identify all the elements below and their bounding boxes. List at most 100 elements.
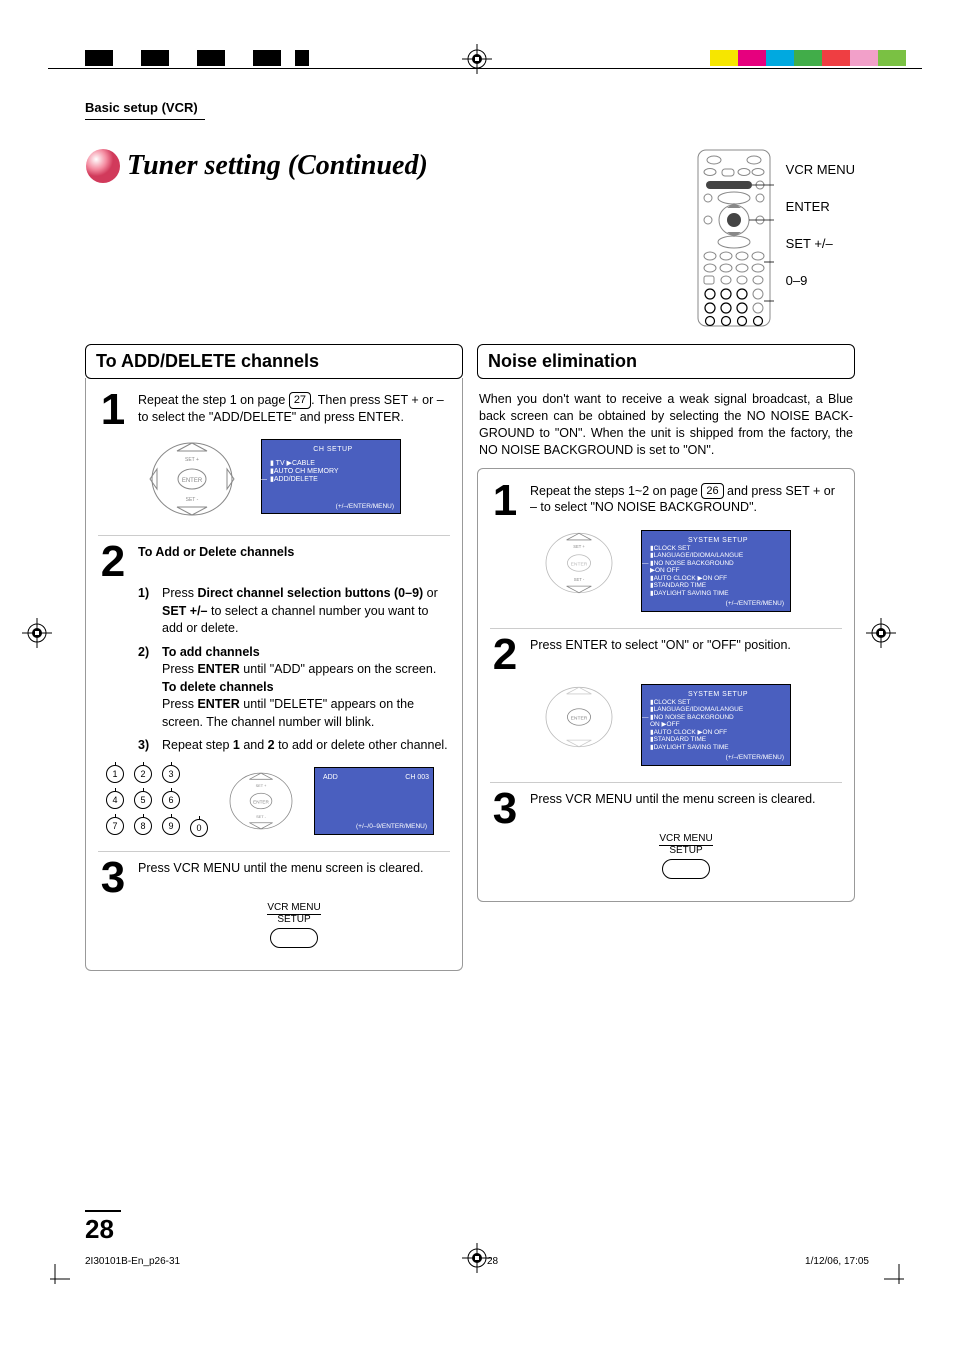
t: to add or delete other channel. <box>275 738 448 752</box>
step-text: Repeat the step 1 on page 27. Then press… <box>138 392 450 427</box>
vcrmenu-label-bot: SETUP <box>530 846 842 856</box>
osd-line: ▮CLOCK SET <box>650 699 786 706</box>
right-intro: When you don't want to receive a weak si… <box>479 391 853 459</box>
osd-line: —▮NO NOISE BACKGROUND <box>650 714 786 721</box>
svg-text:ENTER: ENTER <box>253 799 269 804</box>
left-column: To ADD/DELETE channels 1 Repeat the step… <box>85 344 463 971</box>
remote-icon <box>694 148 774 328</box>
num-button: 1 <box>106 765 124 783</box>
t: Repeat the step 1 on page <box>138 393 289 407</box>
t: until "ADD" appears on the screen. <box>240 662 436 676</box>
osd-line: ▮LANGUAGE/IDIOMA/LANGUE <box>650 706 786 713</box>
num-button: 4 <box>106 791 124 809</box>
substeps: 1) Press Direct channel selection button… <box>138 585 450 755</box>
svg-text:SET +: SET + <box>256 783 268 788</box>
remote-diagram: VCR MENU ENTER SET +/– 0–9 <box>694 148 855 328</box>
svg-text:SET -: SET - <box>186 497 199 503</box>
num-button: 9 <box>162 817 180 835</box>
vcrmenu-button-fig: VCR MENU SETUP <box>138 903 450 948</box>
svg-text:ENTER: ENTER <box>182 478 203 484</box>
section-label: Basic setup (VCR) <box>85 100 205 120</box>
sub-text: Repeat step 1 and 2 to add or delete oth… <box>162 737 448 755</box>
bw-registration-blocks <box>85 50 309 66</box>
osd-footer: (+/–/ENTER/MENU) <box>726 600 784 607</box>
t: or <box>423 586 438 600</box>
registration-mark-icon <box>462 44 492 77</box>
right-step-1: 1 Repeat the steps 1~2 on page 26 and pr… <box>490 483 842 518</box>
t: Press <box>162 662 197 676</box>
remote-label: ENTER <box>786 199 855 214</box>
t: Press <box>162 586 197 600</box>
remote-label: VCR MENU <box>786 162 855 177</box>
osd-line: ▮STANDARD TIME <box>650 736 786 743</box>
dpad-icon: ENTER <box>541 684 617 750</box>
numpad: 123 456 789 <box>106 765 182 837</box>
osd-line: ▮AUTO CH MEMORY <box>270 468 396 476</box>
t: To delete channels <box>162 680 274 694</box>
t: Repeat step <box>162 738 233 752</box>
page-ref: 27 <box>289 392 311 409</box>
step-number: 1 <box>98 392 128 427</box>
pill-button-icon <box>270 928 318 948</box>
left-heading: To ADD/DELETE channels <box>85 344 463 379</box>
osd-footer: (+/–/ENTER/MENU) <box>726 754 784 761</box>
step-text: Repeat the steps 1~2 on page 26 and pres… <box>530 483 842 518</box>
osd-add: ADD <box>323 774 338 782</box>
t: Repeat the steps 1~2 on page <box>530 484 701 498</box>
left-step-2: 2 To Add or Delete channels <box>98 544 450 579</box>
osd-footer: (+/–/ENTER/MENU) <box>336 503 394 510</box>
t: and <box>240 738 268 752</box>
substep: 2) To add channels Press ENTER until "AD… <box>138 644 450 732</box>
sub-num: 2) <box>138 644 156 732</box>
right-figs-2: ENTER SYSTEM SETUP ▮CLOCK SET ▮LANGUAGE/… <box>490 684 842 766</box>
osd-ch: CH 003 <box>405 774 429 782</box>
svg-text:ENTER: ENTER <box>571 715 588 721</box>
t: Direct channel selection buttons (0–9) <box>197 586 423 600</box>
osd-line: ▮AUTO CLOCK ▶ON OFF <box>650 575 786 582</box>
page-title-group: Tuner setting (Continued) <box>85 148 428 184</box>
step-text: Press VCR MENU until the menu screen is … <box>138 860 450 895</box>
right-column: Noise elimination When you don't want to… <box>477 344 855 902</box>
separator <box>98 851 450 852</box>
t: 2 <box>268 738 275 752</box>
t: Press <box>162 697 197 711</box>
num-button: 8 <box>134 817 152 835</box>
svg-text:SET -: SET - <box>574 577 585 582</box>
dpad-icon: ENTER SET + SET - <box>541 530 617 596</box>
substep: 3) Repeat step 1 and 2 to add or delete … <box>138 737 450 755</box>
svg-text:ENTER: ENTER <box>571 561 588 567</box>
cropmark-icon <box>40 1264 70 1297</box>
osd-screen: ADD CH 003 (+/–/0–9/ENTER/MENU) <box>314 767 434 835</box>
left-step-3: 3 Press VCR MENU until the menu screen i… <box>98 860 450 895</box>
sub-text: Press Direct channel selection buttons (… <box>162 585 450 638</box>
svg-text:SET +: SET + <box>573 544 585 549</box>
right-step-2: 2 Press ENTER to select "ON" or "OFF" po… <box>490 637 842 672</box>
osd-line: ▮ TV ▶CABLE <box>270 460 396 468</box>
osd-line: ▮CLOCK SET <box>650 545 786 552</box>
substep: 1) Press Direct channel selection button… <box>138 585 450 638</box>
step-number: 2 <box>98 544 128 579</box>
t: To add channels <box>162 645 260 659</box>
remote-label: 0–9 <box>786 273 855 288</box>
num-button: 6 <box>162 791 180 809</box>
t: ▮ADD/DELETE <box>270 476 318 483</box>
left-panel: 1 Repeat the step 1 on page 27. Then pre… <box>85 378 463 971</box>
remote-labels: VCR MENU ENTER SET +/– 0–9 <box>786 148 855 288</box>
right-figs-1: ENTER SET + SET - SYSTEM SETUP ▮CLOCK SE… <box>490 530 842 612</box>
num-button: 5 <box>134 791 152 809</box>
t: ▮NO NOISE BACKGROUND <box>650 714 734 721</box>
right-heading: Noise elimination <box>477 344 855 379</box>
osd-line: ▮AUTO CLOCK ▶ON OFF <box>650 729 786 736</box>
num-button: 7 <box>106 817 124 835</box>
two-columns: To ADD/DELETE channels 1 Repeat the step… <box>85 344 855 971</box>
left-step-1: 1 Repeat the step 1 on page 27. Then pre… <box>98 392 450 427</box>
osd-footer: (+/–/0–9/ENTER/MENU) <box>356 823 427 830</box>
separator <box>490 628 842 629</box>
page-number: 28 <box>85 1210 121 1245</box>
osd-line: ▶ON OFF <box>650 567 786 574</box>
step-number: 1 <box>490 483 520 518</box>
osd-screen: SYSTEM SETUP ▮CLOCK SET ▮LANGUAGE/IDIOMA… <box>641 684 791 766</box>
dpad-icon: ENTER SET + SET - <box>147 439 237 519</box>
osd-line: ▮DAYLIGHT SAVING TIME <box>650 744 786 751</box>
osd-header: SYSTEM SETUP <box>650 537 786 545</box>
